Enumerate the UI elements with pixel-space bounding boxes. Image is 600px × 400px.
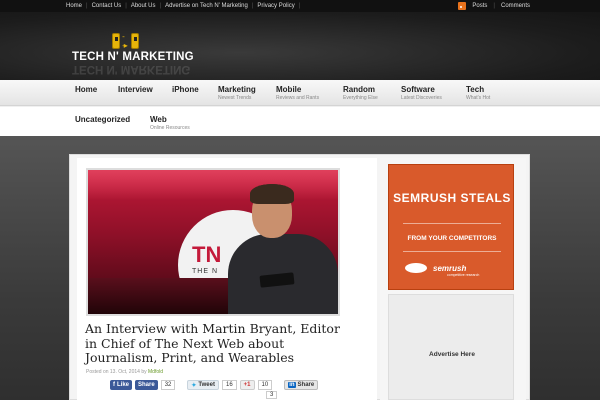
nav-sublabel: Everything Else [343, 95, 378, 101]
nav-item-tech[interactable]: Tech What's Hot [466, 85, 490, 101]
advertise-here-slot[interactable]: Advertise Here [388, 294, 514, 400]
tweet-count: 16 [221, 380, 237, 390]
share-bar: f Like Share 32 ✦ Tweet 16 +1 10 in Shar… [110, 380, 319, 390]
semrush-logo-icon [405, 263, 427, 273]
top-bar: Home | Contact Us | About Us | Advertise on… [0, 0, 600, 12]
separator: | [298, 3, 301, 9]
nav-item-interview[interactable]: Interview [118, 85, 153, 94]
nav-item-mobile[interactable]: Mobile Reviews and Rants [276, 85, 319, 101]
nav-label: Web [150, 115, 167, 124]
ad-brand: semrush [433, 264, 467, 273]
nav-label: Uncategorized [75, 115, 131, 124]
top-link-about[interactable]: About Us [131, 3, 156, 9]
ad-headline: SEMRUSH STEALS [393, 191, 511, 205]
facebook-count: 32 [160, 380, 176, 390]
nav-sublabel: Latest Discoveries [401, 95, 442, 101]
nav-sublabel: Online Resources [150, 125, 190, 131]
tweet-label: Tweet [198, 382, 215, 388]
nav-item-marketing[interactable]: Marketing Newest Trends [218, 85, 256, 101]
separator: | [125, 3, 127, 9]
separator: | [493, 3, 495, 9]
posts-feed-link[interactable]: Posts [472, 3, 487, 9]
facebook-like-label: Like [117, 382, 130, 388]
main-nav: Home Interview iPhone Marketing Newest Tr… [0, 80, 600, 136]
stage-lighting [88, 170, 338, 200]
facebook-icon: f [113, 382, 115, 388]
linkedin-share-label: Share [297, 382, 315, 388]
nav-label: Random [343, 85, 375, 94]
arrow-icon: - -▸ [122, 32, 128, 50]
nav-row-primary: Home Interview iPhone Marketing Newest Tr… [0, 80, 600, 106]
ad-brand-tagline: competitive research [447, 273, 480, 277]
nav-label: iPhone [172, 85, 199, 94]
nav-label: Marketing [218, 85, 256, 94]
feed-links: Posts | Comments [458, 2, 530, 10]
stage-logo-tagline: THE N [192, 268, 218, 275]
author-link[interactable]: Mdfold [148, 369, 163, 375]
phone-icon [112, 33, 121, 49]
top-link-home[interactable]: Home [66, 3, 82, 9]
nav-item-uncategorized[interactable]: Uncategorized [75, 115, 130, 124]
nav-label: Interview [118, 85, 153, 94]
ad-divider [403, 251, 501, 252]
google-plus-button[interactable]: +1 [239, 380, 255, 390]
nav-label: Mobile [276, 85, 302, 94]
twitter-bird-icon: ✦ [191, 382, 197, 389]
separator: | [86, 3, 88, 9]
facebook-like-button[interactable]: f Like [110, 380, 133, 390]
logo-phones-icon: - -▸ [112, 32, 139, 50]
nav-sublabel: Newest Trends [218, 95, 252, 101]
nav-item-home[interactable]: Home [75, 85, 97, 94]
nav-item-random[interactable]: Random Everything Else [343, 85, 378, 101]
rss-icon[interactable] [458, 2, 467, 10]
nav-sublabel: What's Hot [466, 95, 491, 101]
top-link-contact[interactable]: Contact Us [92, 3, 122, 9]
linkedin-count: 3 [266, 391, 278, 399]
article-featured-image[interactable]: TN THE N [86, 168, 340, 316]
separator: | [251, 3, 254, 9]
nav-label: Tech [466, 85, 485, 94]
speaker-hair-top [250, 184, 294, 204]
logo-reflection: TECH N' MARKETING [72, 63, 191, 75]
separator: | [159, 3, 162, 9]
ad-divider [403, 223, 501, 224]
linkedin-share-button[interactable]: in Share [284, 380, 319, 390]
comments-feed-link[interactable]: Comments [501, 3, 530, 9]
semrush-ad-banner[interactable]: SEMRUSH STEALS FROM YOUR COMPETITORS sem… [388, 164, 514, 290]
posted-date: Posted on 13. Oct, 2014 by [86, 369, 147, 375]
logo-text: TECH N' MARKETING [72, 51, 194, 63]
nav-item-software[interactable]: Software Latest Discoveries [401, 85, 442, 101]
nav-sublabel: Reviews and Rants [276, 95, 320, 101]
google-plus-count: 10 [257, 380, 273, 390]
phone-icon [130, 33, 139, 49]
site-header: - -▸ TECH N' MARKETING TECH N' MARKETING [0, 12, 600, 80]
linkedin-icon: in [288, 382, 296, 388]
top-link-privacy[interactable]: Privacy Policy [257, 3, 294, 9]
top-links: Home | Contact Us | About Us | Advertise on… [66, 3, 304, 9]
top-link-advertise[interactable]: Advertise on Tech N' Marketing [165, 3, 248, 9]
advertise-here-label: Advertise Here [429, 351, 475, 358]
nav-label: Software [401, 85, 435, 94]
ad-subheadline: FROM YOUR COMPETITORS [407, 235, 497, 242]
stage-logo-text: TN [192, 242, 222, 267]
nav-item-iphone[interactable]: iPhone [172, 85, 199, 94]
facebook-share-button[interactable]: Share [135, 380, 158, 390]
tweet-button[interactable]: ✦ Tweet [187, 380, 219, 390]
article-meta: Posted on 13. Oct, 2014 by Mdfold [86, 369, 163, 375]
article-title[interactable]: An Interview with Martin Bryant, Editor … [85, 321, 355, 366]
nav-row-secondary: Uncategorized Web Online Resources [0, 107, 600, 136]
nav-label: Home [75, 85, 98, 94]
nav-item-web[interactable]: Web Online Resources [150, 115, 190, 131]
